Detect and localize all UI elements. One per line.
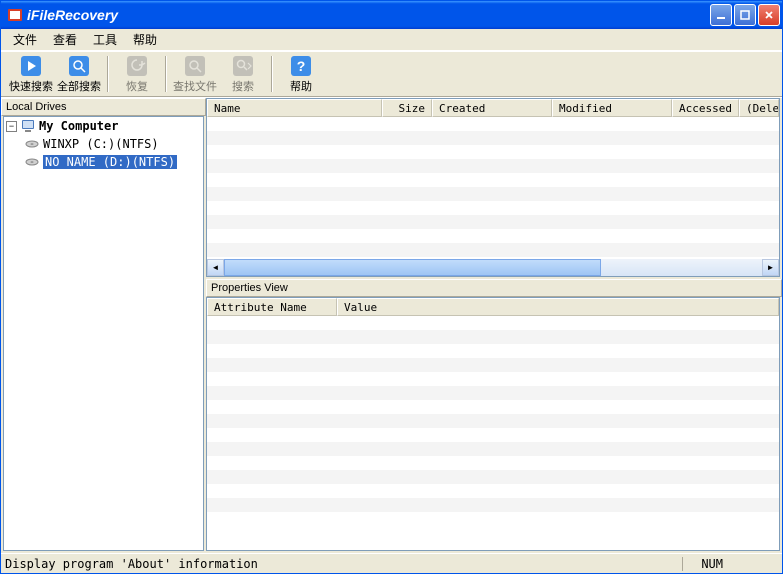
- col-created[interactable]: Created: [432, 99, 552, 117]
- properties-list-header: Attribute Name Value: [207, 298, 779, 316]
- find-file-icon: [184, 55, 206, 77]
- computer-icon: [20, 118, 36, 134]
- search-next-icon: [232, 55, 254, 77]
- properties-list-body[interactable]: [207, 316, 779, 550]
- scroll-track[interactable]: [224, 259, 762, 276]
- app-icon: [7, 7, 23, 23]
- col-modified[interactable]: Modified: [552, 99, 672, 117]
- properties-panel: Properties View Attribute Name Value: [206, 279, 782, 553]
- app-window: iFileRecovery 文件 查看 工具 帮助 快速搜索: [0, 0, 783, 574]
- local-drives-header: Local Drives: [1, 98, 206, 116]
- tree-drive-d[interactable]: NO NAME (D:)(NTFS): [4, 153, 203, 171]
- scroll-right-button[interactable]: ►: [762, 259, 779, 276]
- search-next-button: 搜索: [219, 54, 267, 94]
- tree-root-label: My Computer: [39, 119, 118, 133]
- menu-help[interactable]: 帮助: [125, 29, 165, 50]
- drive-icon: [24, 136, 40, 152]
- find-file-button: 查找文件: [171, 54, 219, 94]
- quick-search-button[interactable]: 快速搜索: [7, 54, 55, 94]
- toolbar: 快速搜索 全部搜索 恢复 查找文件 搜索: [1, 51, 782, 97]
- col-size[interactable]: Size: [382, 99, 432, 117]
- help-button[interactable]: ? 帮助: [277, 54, 325, 94]
- menu-tools[interactable]: 工具: [85, 29, 125, 50]
- scroll-left-button[interactable]: ◄: [207, 259, 224, 276]
- toolbar-separator: [107, 56, 109, 92]
- file-list-body[interactable]: [207, 117, 779, 259]
- right-panel: Name Size Created Modified Accessed (Del…: [206, 98, 782, 553]
- col-accessed[interactable]: Accessed: [672, 99, 739, 117]
- content-area: Local Drives − My Computer WINXP (C:)(NT…: [1, 97, 782, 553]
- recover-button: 恢复: [113, 54, 161, 94]
- maximize-button[interactable]: [734, 4, 756, 26]
- file-list-header: Name Size Created Modified Accessed (Del…: [207, 99, 779, 117]
- status-text: Display program 'About' information: [5, 557, 682, 571]
- window-controls: [710, 4, 780, 26]
- tree-drive-c[interactable]: WINXP (C:)(NTFS): [4, 135, 203, 153]
- toolbar-separator: [271, 56, 273, 92]
- file-list-panel: Name Size Created Modified Accessed (Del…: [206, 98, 782, 277]
- close-button[interactable]: [758, 4, 780, 26]
- drive-tree[interactable]: − My Computer WINXP (C:)(NTFS): [3, 116, 204, 551]
- col-deleted[interactable]: (Dele…: [739, 99, 779, 117]
- col-attr-value[interactable]: Value: [337, 298, 779, 316]
- statusbar: Display program 'About' information NUM: [1, 553, 782, 573]
- col-attr-name[interactable]: Attribute Name: [207, 298, 337, 316]
- status-num: NUM: [682, 557, 741, 571]
- menu-file[interactable]: 文件: [5, 29, 45, 50]
- properties-header: Properties View: [206, 279, 782, 297]
- drive-icon: [24, 154, 40, 170]
- tree-drive-label: WINXP (C:)(NTFS): [43, 137, 159, 151]
- col-name[interactable]: Name: [207, 99, 382, 117]
- menubar: 文件 查看 工具 帮助: [1, 29, 782, 51]
- minimize-button[interactable]: [710, 4, 732, 26]
- list-row: [207, 117, 779, 131]
- svg-text:?: ?: [297, 58, 306, 74]
- tree-root[interactable]: − My Computer: [4, 117, 203, 135]
- left-panel: Local Drives − My Computer WINXP (C:)(NT…: [1, 98, 206, 553]
- search-icon: [68, 55, 90, 77]
- tree-drive-label: NO NAME (D:)(NTFS): [43, 155, 177, 169]
- titlebar[interactable]: iFileRecovery: [1, 1, 782, 29]
- recover-icon: [126, 55, 148, 77]
- file-list[interactable]: Name Size Created Modified Accessed (Del…: [206, 98, 780, 277]
- scroll-thumb[interactable]: [224, 259, 601, 276]
- tree-collapse-icon[interactable]: −: [6, 121, 17, 132]
- help-icon: ?: [290, 55, 312, 77]
- window-title: iFileRecovery: [27, 7, 710, 23]
- menu-view[interactable]: 查看: [45, 29, 85, 50]
- properties-list[interactable]: Attribute Name Value: [206, 297, 780, 551]
- toolbar-separator: [165, 56, 167, 92]
- horizontal-scrollbar[interactable]: ◄ ►: [207, 259, 779, 276]
- play-icon: [20, 55, 42, 77]
- full-search-button[interactable]: 全部搜索: [55, 54, 103, 94]
